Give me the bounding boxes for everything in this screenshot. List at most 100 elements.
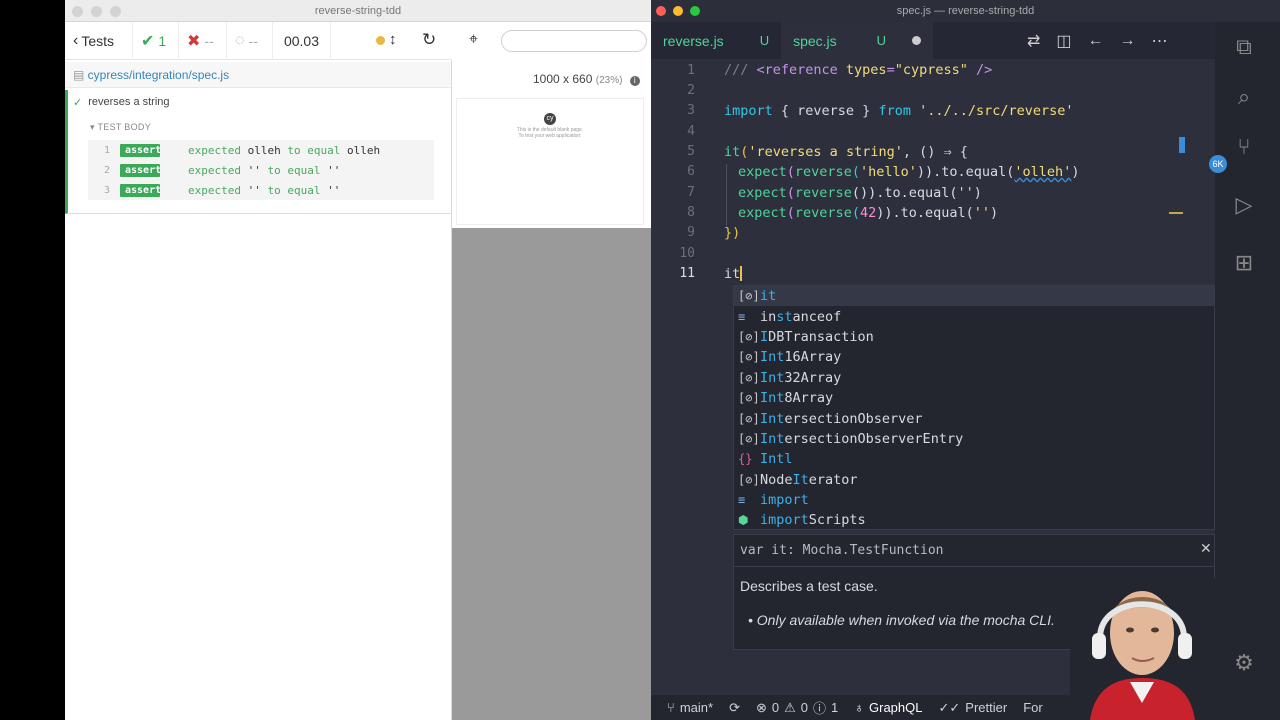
secondary-sidebar: ⧉ ⌕ ⑂ ▷ ⊞ ⚙ [1215,22,1280,695]
window-controls[interactable] [72,6,121,17]
line-number: 5 [687,144,695,159]
tests-back-button[interactable]: ‹ Tests [65,21,133,60]
double-check-icon: ✓✓ [938,699,961,715]
keyword-icon: ≡ [738,493,746,508]
more-actions-icon[interactable]: ⋯ [1152,31,1168,51]
suggestion-item[interactable]: {} Intl [734,449,1214,469]
test-body-label: TEST BODY [97,122,152,132]
passed-count: 1 [158,32,167,49]
minimize-window-icon[interactable] [673,6,683,16]
blank-page-preview: cy This is the default blank page. To te… [456,98,644,225]
tests-label: Tests [81,32,115,49]
prettier-label: Prettier [965,700,1008,715]
test-body-header[interactable]: ▾ TEST BODY [90,122,451,133]
command-row[interactable]: 1 assert expected olleh to equal olleh [88,140,434,160]
suggestion-item[interactable]: ≡ in st anceof [734,306,1214,326]
spec-path[interactable]: ▤ cypress/integration/spec.js [65,62,451,88]
close-window-icon[interactable] [656,6,666,16]
variable-icon: [⊘] [738,329,760,344]
viewport-info: 1000 x 660 (23%) i [533,72,640,86]
close-icon[interactable]: ✕ [1200,540,1212,557]
run-debug-icon[interactable]: ▷ [1229,192,1259,222]
line-number: 3 [687,103,695,118]
vscode-title-bar: spec.js — reverse-string-tdd [651,0,1280,22]
info-icon[interactable]: i [629,76,640,86]
suggestion-item[interactable]: [⊘] Int ersectionObserverEntry [734,429,1214,449]
scrollbar-marker[interactable] [1179,137,1185,153]
spinner-icon: ◌ [235,31,245,49]
autoscroll-icon[interactable]: ↕ [389,31,397,48]
arrow-right-icon[interactable]: → [1120,32,1136,50]
code-line: it('reverses a string', () ⇒ { [724,144,968,160]
source-control-badge: 6K [1209,155,1227,173]
cypress-title-bar: reverse-string-tdd [65,0,651,22]
branch-status[interactable]: ⑂ main* [667,700,713,715]
source-control-icon[interactable]: ⑂ [1229,134,1259,164]
suggestion-item[interactable]: [⊘] Node It erator [734,470,1214,490]
maximize-window-icon[interactable] [690,6,700,16]
info-icon: ⓘ [813,701,827,716]
test-title[interactable]: ✓ reverses a string [68,90,451,109]
command-badge: assert [120,143,161,157]
info-count: 1 [831,700,839,715]
suggestion-item[interactable]: [⊘] it [734,286,1214,307]
compare-changes-icon[interactable]: ⇄ [1027,31,1040,51]
chevron-left-icon: ‹ [73,31,79,49]
tab-status: U [876,33,887,48]
rerun-icon[interactable]: ↻ [422,30,436,50]
arrow-left-icon[interactable]: ← [1088,32,1104,50]
window-controls[interactable] [656,6,700,16]
suggestion-item[interactable]: [⊘] Int 8Array [734,388,1214,408]
code-line: }) [724,225,741,241]
error-icon: ⊗ [755,699,767,715]
explorer-icon[interactable]: ⧉ [1229,34,1259,64]
code-line-current: it [724,266,743,282]
suggestion-item[interactable]: [⊘] Int 16Array [734,347,1214,367]
command-row[interactable]: 2 assert expected '' to equal '' [88,160,434,180]
split-editor-icon[interactable]: ◫ [1056,31,1071,51]
spec-path-link[interactable]: cypress/integration/spec.js [88,68,229,82]
prettier-status[interactable]: ✓✓ Prettier [938,700,1007,716]
tab-reverse-js[interactable]: reverse.js U [651,22,781,59]
test-item[interactable]: ✓ reverses a string ▾ TEST BODY 1 assert… [65,90,451,214]
cypress-window: reverse-string-tdd ‹ Tests ✔ 1 ✖ -- ◌ --… [65,0,651,720]
failed-count: -- [204,32,214,49]
code-line: expect(reverse('hello')).to.equal('olleh… [738,164,1080,180]
function-icon: ⬢ [738,513,749,528]
x-icon: ✖ [187,32,201,50]
status-item-truncated[interactable]: For [1023,700,1043,715]
graphql-status[interactable]: ♁ GraphQL [854,700,922,715]
status-dot-icon [376,36,385,45]
variable-icon: [⊘] [738,391,760,406]
pending-stat: ◌ -- [227,21,273,60]
unsaved-dot-icon[interactable] [912,36,922,45]
sync-icon[interactable]: ⟳ [729,700,740,716]
url-input[interactable] [501,30,647,52]
variable-icon: [⊘] [738,370,760,385]
suggestion-item[interactable]: [⊘] Int ersectionObserver [734,408,1214,428]
passed-stat: ✔ 1 [133,21,179,60]
webcam-overlay [1070,578,1215,720]
settings-gear-icon[interactable]: ⚙ [1229,650,1259,680]
selector-playground-icon[interactable]: ⌖ [469,31,478,49]
command-number: 2 [103,164,110,176]
line-number: 1 [687,63,695,78]
graphql-label: GraphQL [869,700,923,715]
vscode-window-title: spec.js — reverse-string-tdd [896,5,1035,17]
tab-spec-js[interactable]: spec.js U [781,22,934,59]
suggestion-item[interactable]: [⊘] I DBTransaction [734,327,1214,347]
command-row[interactable]: 3 assert expected '' to equal '' [88,180,434,200]
keyword-icon: ≡ [738,309,746,324]
suggestion-item[interactable]: ≡ import [734,490,1214,510]
line-number: 8 [687,205,695,220]
command-badge: assert [120,163,161,177]
aut-frame: cy This is the default blank page. To te… [452,95,651,228]
suggestion-item[interactable]: [⊘] Int 32Array [734,368,1214,388]
search-icon[interactable]: ⌕ [1229,84,1259,114]
suggestion-item[interactable]: ⬢ import Scripts [734,510,1214,530]
problems-status[interactable]: ⊗ 0 ⚠ 0 ⓘ 1 [756,698,838,717]
extensions-icon[interactable]: ⊞ [1229,250,1259,280]
command-message: expected '' to equal '' [188,183,341,197]
reporter-empty-area [65,215,451,720]
code-line: expect(reverse(42)).to.equal('') [738,205,999,221]
